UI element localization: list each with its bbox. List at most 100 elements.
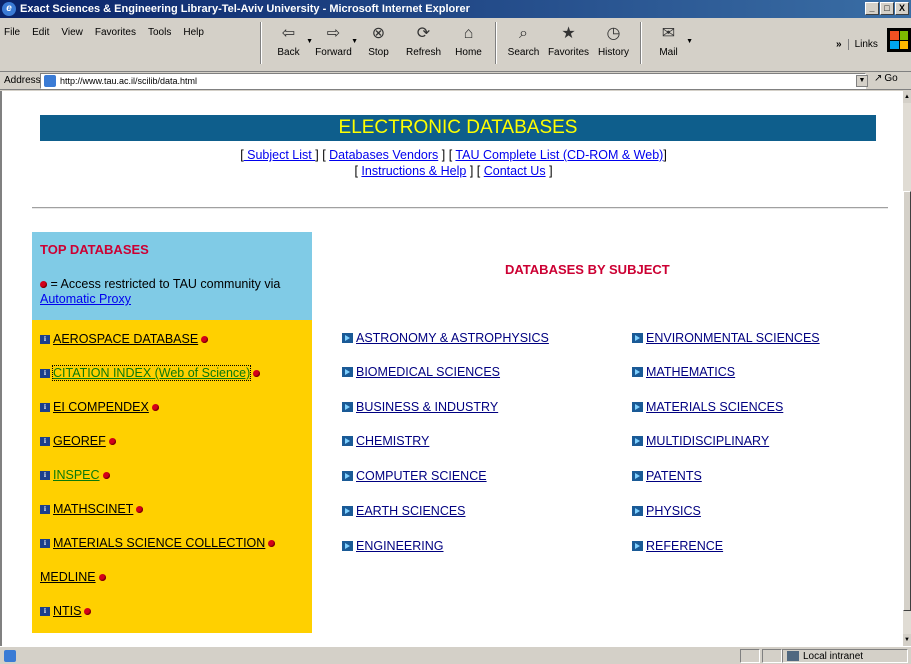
subject-chemistry-link[interactable]: CHEMISTRY bbox=[356, 434, 429, 448]
info-icon[interactable]: i bbox=[40, 436, 50, 446]
back-button[interactable]: ⇦ Back ▼ bbox=[266, 20, 313, 66]
inspec-link[interactable]: INSPEC bbox=[53, 468, 100, 482]
mail-icon: ✉ bbox=[661, 25, 676, 42]
go-button[interactable]: ↗ Go bbox=[874, 73, 898, 84]
minimize-button[interactable]: _ bbox=[865, 2, 879, 15]
contact-us-link[interactable]: Contact Us bbox=[484, 164, 546, 178]
history-button[interactable]: ◷ History bbox=[591, 20, 636, 66]
subject-item: BUSINESS & INDUSTRY bbox=[342, 400, 498, 414]
subject-list-link[interactable]: Subject List bbox=[244, 148, 316, 162]
chevron-down-icon[interactable]: ▼ bbox=[686, 38, 693, 45]
subject-business-link[interactable]: BUSINESS & INDUSTRY bbox=[356, 400, 498, 414]
toolbar-separator bbox=[260, 22, 262, 64]
arrow-icon bbox=[342, 367, 353, 377]
menu-help[interactable]: Help bbox=[183, 27, 204, 38]
instructions-help-link[interactable]: Instructions & Help bbox=[361, 164, 466, 178]
status-cell bbox=[740, 649, 760, 663]
subject-item: EARTH SCIENCES bbox=[342, 504, 466, 518]
subject-earth-sciences-link[interactable]: EARTH SCIENCES bbox=[356, 504, 466, 518]
refresh-button[interactable]: ⟳ Refresh bbox=[401, 20, 446, 66]
subject-mathematics-link[interactable]: MATHEMATICS bbox=[646, 365, 735, 379]
bracket: ] bbox=[549, 164, 553, 178]
favorites-label: Favorites bbox=[547, 47, 590, 58]
info-icon[interactable]: i bbox=[40, 470, 50, 480]
bracket: ] [ bbox=[441, 148, 453, 162]
subject-computer-science-link[interactable]: COMPUTER SCIENCE bbox=[356, 469, 487, 483]
subject-astronomy-link[interactable]: ASTRONOMY & ASTROPHYSICS bbox=[356, 331, 549, 345]
info-icon[interactable]: i bbox=[40, 402, 50, 412]
search-label: Search bbox=[507, 47, 540, 58]
subject-item: CHEMISTRY bbox=[342, 434, 429, 448]
windows-logo-icon bbox=[887, 28, 911, 52]
forward-button[interactable]: ⇨ Forward ▼ bbox=[311, 20, 358, 66]
status-cells bbox=[740, 649, 782, 663]
subject-materials-link[interactable]: MATERIALS SCIENCES bbox=[646, 400, 783, 414]
restricted-dot-icon bbox=[84, 607, 92, 615]
ntis-link[interactable]: NTIS bbox=[53, 604, 81, 618]
scroll-down-button[interactable]: ▼ bbox=[903, 634, 911, 646]
stop-icon: ⊗ bbox=[371, 25, 386, 42]
subject-patents-link[interactable]: PATENTS bbox=[646, 469, 702, 483]
scroll-up-button[interactable]: ▲ bbox=[903, 91, 911, 103]
vertical-scrollbar[interactable]: ▲ ▼ bbox=[903, 91, 911, 646]
menu-edit[interactable]: Edit bbox=[32, 27, 49, 38]
scroll-thumb[interactable] bbox=[903, 191, 911, 611]
restricted-dot-icon bbox=[253, 369, 261, 377]
address-url: http://www.tau.ac.il/scilib/data.html bbox=[60, 76, 198, 86]
favorites-icon: ★ bbox=[561, 25, 576, 42]
address-dropdown-button[interactable]: ▼ bbox=[856, 75, 868, 87]
restricted-dot-icon bbox=[151, 403, 159, 411]
citation-index-link[interactable]: CITATION INDEX (Web of Science) bbox=[51, 365, 252, 381]
mail-label: Mail bbox=[659, 47, 678, 58]
links-button[interactable]: Links bbox=[847, 38, 878, 50]
database-vendors-link[interactable]: Databases Vendors bbox=[329, 148, 438, 162]
list-item: i MATHSCINET bbox=[40, 502, 144, 516]
arrow-icon bbox=[342, 541, 353, 551]
toolbar-chevron[interactable]: » bbox=[836, 39, 842, 50]
menu-favorites[interactable]: Favorites bbox=[95, 27, 136, 38]
automatic-proxy-link[interactable]: Automatic Proxy bbox=[40, 292, 131, 306]
info-icon[interactable]: i bbox=[40, 504, 50, 514]
horizontal-rule bbox=[32, 207, 888, 209]
nav-row-1: [ Subject List ] [ Databases Vendors ] [… bbox=[2, 147, 903, 163]
subject-biomedical-link[interactable]: BIOMEDICAL SCIENCES bbox=[356, 365, 500, 379]
subject-engineering-link[interactable]: ENGINEERING bbox=[356, 539, 444, 553]
home-button[interactable]: ⌂ Home bbox=[446, 20, 491, 66]
georef-link[interactable]: GEOREF bbox=[53, 434, 106, 448]
home-label: Home bbox=[455, 47, 482, 58]
subject-item: MATERIALS SCIENCES bbox=[632, 400, 783, 414]
subject-environmental-link[interactable]: ENVIRONMENTAL SCIENCES bbox=[646, 331, 820, 345]
info-icon[interactable]: i bbox=[40, 538, 50, 548]
mathscinet-link[interactable]: MATHSCINET bbox=[53, 502, 133, 516]
search-button[interactable]: ⌕ Search bbox=[501, 20, 546, 66]
subject-physics-link[interactable]: PHYSICS bbox=[646, 504, 701, 518]
medline-link[interactable]: MEDLINE bbox=[40, 570, 96, 584]
info-icon[interactable]: i bbox=[40, 334, 50, 344]
maximize-button[interactable]: □ bbox=[880, 2, 894, 15]
ei-compendex-link[interactable]: EI COMPENDEX bbox=[53, 400, 149, 414]
aerospace-database-link[interactable]: AEROSPACE DATABASE bbox=[53, 332, 198, 346]
back-arrow-icon: ⇦ bbox=[281, 25, 296, 42]
menu-tools[interactable]: Tools bbox=[148, 27, 171, 38]
close-button[interactable]: X bbox=[895, 2, 909, 15]
list-item: i CITATION INDEX (Web of Science) bbox=[40, 365, 261, 381]
subject-reference-link[interactable]: REFERENCE bbox=[646, 539, 723, 553]
address-label: Address bbox=[4, 75, 41, 86]
top-databases-list: i AEROSPACE DATABASE i CITATION INDEX (W… bbox=[32, 320, 312, 633]
tau-complete-list-link[interactable]: TAU Complete List (CD-ROM & Web) bbox=[455, 148, 663, 162]
stop-button[interactable]: ⊗ Stop bbox=[356, 20, 401, 66]
info-icon[interactable]: i bbox=[40, 368, 50, 378]
arrow-icon bbox=[342, 506, 353, 516]
materials-science-collection-link[interactable]: MATERIALS SCIENCE COLLECTION bbox=[53, 536, 265, 550]
menu-view[interactable]: View bbox=[61, 27, 83, 38]
restricted-dot-icon bbox=[108, 437, 116, 445]
subject-item: MULTIDISCIPLINARY bbox=[632, 434, 769, 448]
address-input[interactable]: http://www.tau.ac.il/scilib/data.html bbox=[40, 73, 866, 89]
info-icon[interactable]: i bbox=[40, 606, 50, 616]
favorites-button[interactable]: ★ Favorites bbox=[546, 20, 591, 66]
menu-file[interactable]: File bbox=[4, 27, 20, 38]
subject-item: REFERENCE bbox=[632, 539, 723, 553]
restricted-dot-icon bbox=[268, 539, 276, 547]
subject-multidisciplinary-link[interactable]: MULTIDISCIPLINARY bbox=[646, 434, 769, 448]
mail-button[interactable]: ✉ Mail ▼ bbox=[646, 20, 693, 66]
